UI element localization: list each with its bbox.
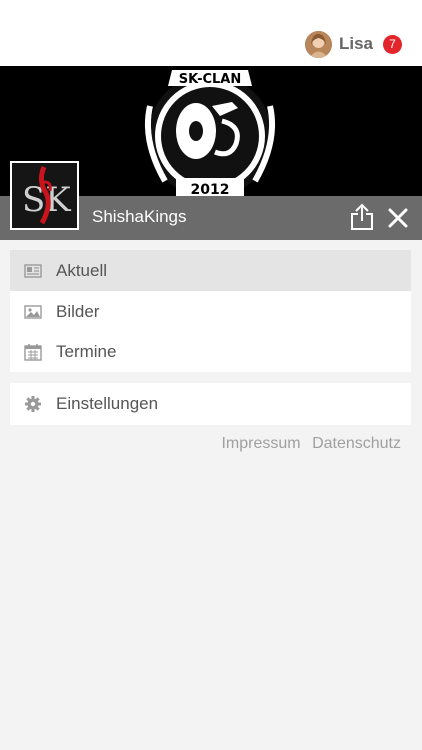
banner-year: 2012 xyxy=(191,182,230,196)
group-avatar[interactable]: SK xyxy=(10,161,79,230)
user-name[interactable]: Lisa xyxy=(339,34,373,54)
image-icon xyxy=(24,304,42,319)
impressum-link[interactable]: Impressum xyxy=(221,435,300,452)
user-profile[interactable]: Lisa 7 xyxy=(304,30,402,58)
menu-item-aktuell[interactable]: Aktuell xyxy=(10,250,411,291)
group-logo: SK xyxy=(12,163,77,228)
menu-item-einstellungen[interactable]: Einstellungen xyxy=(10,383,411,424)
menu-item-label: Termine xyxy=(56,341,117,361)
notification-badge[interactable]: 7 xyxy=(383,34,402,54)
footer-links: Impressum Datenschutz xyxy=(214,435,401,453)
settings-card: Einstellungen xyxy=(10,383,411,425)
menu-card: Aktuell Bilder Termine xyxy=(10,250,411,372)
close-icon xyxy=(388,208,408,228)
banner-title: SK-CLAN xyxy=(179,72,241,87)
top-bar: Lisa 7 xyxy=(0,0,422,66)
share-icon xyxy=(351,203,373,230)
menu-item-label: Einstellungen xyxy=(56,393,159,413)
menu-item-label: Bilder xyxy=(56,301,100,321)
close-button[interactable] xyxy=(386,206,410,230)
datenschutz-link[interactable]: Datenschutz xyxy=(312,435,401,452)
menu-item-bilder[interactable]: Bilder xyxy=(10,291,411,332)
share-button[interactable] xyxy=(350,203,374,231)
newspaper-icon xyxy=(24,263,42,278)
avatar[interactable] xyxy=(304,30,332,58)
menu-item-label: Aktuell xyxy=(56,260,108,280)
calendar-icon xyxy=(24,343,42,361)
menu-item-termine[interactable]: Termine xyxy=(10,331,411,372)
gear-icon xyxy=(25,395,41,412)
group-name: ShishaKings xyxy=(92,207,187,226)
